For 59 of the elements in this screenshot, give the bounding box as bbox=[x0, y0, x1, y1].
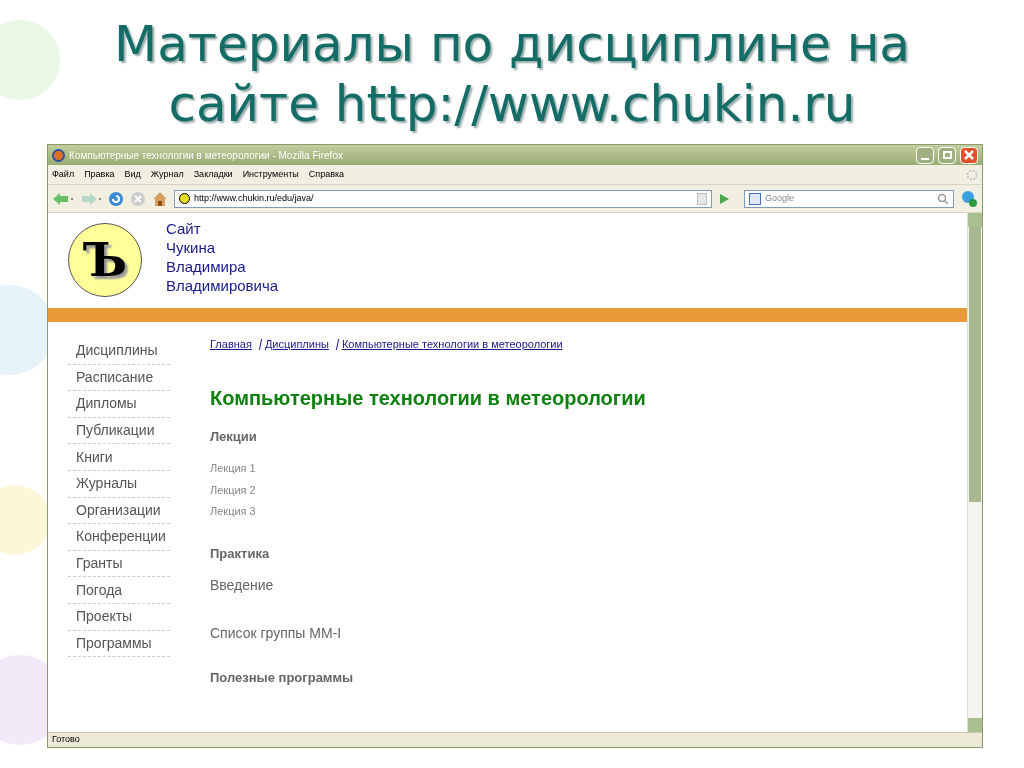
page-heading: Компьютерные технологии в метеорологии bbox=[210, 385, 647, 411]
home-icon[interactable] bbox=[152, 190, 168, 207]
sidebar-item[interactable]: Журналы bbox=[68, 470, 170, 498]
sidebar-item[interactable]: Погода bbox=[68, 577, 170, 604]
address-field[interactable]: http://www.chukin.ru/edu/java/ bbox=[174, 189, 712, 208]
practice-link[interactable]: Список группы ММ-I bbox=[210, 623, 967, 644]
practice-link[interactable]: Введение bbox=[210, 575, 967, 596]
menu-item[interactable]: Закладки bbox=[193, 167, 233, 182]
breadcrumb-link[interactable]: Компьютерные технологии в метеорологии bbox=[341, 336, 563, 353]
throbber-icon bbox=[966, 168, 978, 181]
go-icon[interactable] bbox=[718, 192, 730, 205]
section-title: Полезные программы bbox=[210, 669, 355, 687]
search-engine-icon[interactable] bbox=[749, 192, 761, 205]
section-title: Лекции bbox=[210, 427, 258, 446]
breadcrumb-link[interactable]: Дисциплины bbox=[264, 336, 329, 353]
scrollbar[interactable] bbox=[967, 213, 982, 732]
site-icon bbox=[179, 193, 190, 204]
menu-item[interactable]: Вид bbox=[124, 167, 141, 182]
search-icon[interactable] bbox=[937, 192, 949, 205]
lecture-link[interactable]: Лекция 2 bbox=[210, 481, 967, 498]
search-field[interactable]: Google bbox=[765, 191, 933, 206]
sidebar-item[interactable]: Расписание bbox=[68, 364, 170, 392]
sidebar-item[interactable]: Программы bbox=[68, 630, 170, 658]
section-title: Практика bbox=[210, 544, 271, 563]
sidebar-item[interactable]: Организации bbox=[68, 497, 170, 525]
sidebar-item[interactable]: Гранты bbox=[68, 550, 170, 578]
breadcrumb-link[interactable]: Главная bbox=[210, 336, 252, 353]
menu-item[interactable]: Инструменты bbox=[242, 167, 299, 182]
stop-icon[interactable] bbox=[130, 190, 146, 207]
menu-item[interactable]: Файл bbox=[52, 167, 75, 182]
status-text: Готово bbox=[52, 733, 80, 747]
scroll-thumb[interactable] bbox=[969, 227, 981, 502]
address-text: http://www.chukin.ru/edu/java/ bbox=[194, 191, 315, 205]
lecture-link[interactable]: Лекция 3 bbox=[210, 503, 967, 520]
sidebar-item[interactable]: Дисциплины bbox=[68, 338, 170, 365]
forward-arrow-icon[interactable] bbox=[80, 191, 102, 206]
close-icon bbox=[964, 150, 974, 160]
menu-item[interactable]: Журнал bbox=[150, 167, 184, 182]
minimize-button[interactable] bbox=[916, 146, 934, 164]
site-name-line: Владимировича bbox=[166, 276, 279, 295]
close-button[interactable] bbox=[960, 146, 978, 164]
sidebar-item[interactable]: Проекты bbox=[68, 603, 170, 631]
sidebar-item[interactable]: Дипломы bbox=[68, 391, 170, 418]
sidebar-item[interactable]: Публикации bbox=[68, 417, 170, 445]
slide-title: Материалы по дисциплине на сайте http://www.chukin.ru bbox=[113, 14, 911, 134]
logo: Ъ bbox=[68, 223, 142, 297]
maximize-button[interactable] bbox=[938, 146, 956, 164]
site-name-line: Сайт bbox=[166, 219, 202, 238]
reload-icon[interactable] bbox=[108, 190, 124, 207]
menu-item[interactable]: Справка bbox=[308, 167, 345, 182]
sidebar-item[interactable]: Книги bbox=[68, 444, 170, 471]
sidebar-item[interactable]: Конференции bbox=[68, 524, 170, 551]
window-title: Компьютерные технологии в метеорологии - Mozilla Firefox bbox=[69, 148, 344, 163]
site-name-line: Владимира bbox=[166, 257, 247, 276]
site-name-line: Чукина bbox=[166, 238, 217, 257]
back-arrow-icon[interactable] bbox=[52, 191, 74, 206]
search-bar[interactable]: Google bbox=[744, 189, 954, 208]
menu-item[interactable]: Правка bbox=[84, 167, 115, 182]
lecture-link[interactable]: Лекция 1 bbox=[210, 460, 967, 477]
